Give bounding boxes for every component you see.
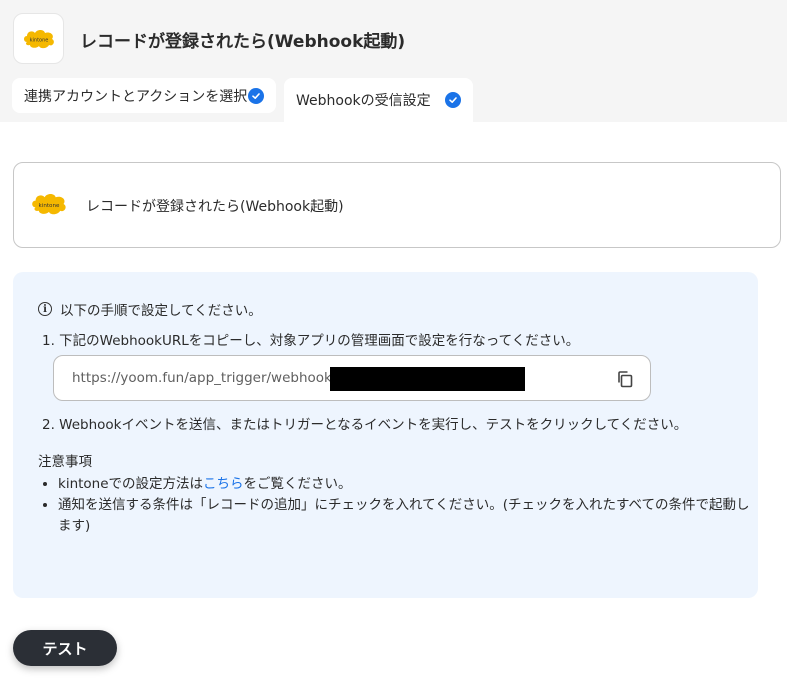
check-icon — [445, 92, 461, 108]
notes-list: kintoneでの設定方法はこちらをご覧ください。 通知を送信する条件は「レコー… — [38, 474, 758, 537]
webhook-url-field[interactable]: https://yoom.fun/app_trigger/webhooks — [53, 355, 651, 401]
help-link[interactable]: こちら — [203, 476, 244, 492]
kintone-logo-icon: kintone — [13, 13, 64, 64]
kintone-logo-icon: kintone — [30, 191, 68, 221]
instructions-heading-text: 以下の手順で設定してください。 — [60, 303, 262, 319]
list-item: kintoneでの設定方法はこちらをご覧ください。 — [58, 474, 758, 495]
tab-label: Webhookの受信設定 — [296, 93, 431, 109]
tab-account-action[interactable]: 連携アカウントとアクションを選択 — [12, 78, 276, 113]
redacted-block — [330, 367, 525, 391]
instruction-step-2: 2. Webhookイベントを送信、またはトリガーとなるイベントを実行し、テスト… — [42, 417, 688, 433]
copy-icon[interactable] — [616, 370, 634, 392]
notes-title: 注意事項 — [38, 454, 92, 470]
trigger-title: レコードが登録されたら(Webhook起動) — [86, 199, 344, 215]
svg-text:kintone: kintone — [29, 37, 48, 43]
svg-text:kintone: kintone — [39, 203, 60, 209]
list-item: 通知を送信する条件は「レコードの追加」にチェックを入れてください。(チェックを入… — [58, 495, 758, 537]
check-icon — [248, 87, 264, 104]
webhook-url-text: https://yoom.fun/app_trigger/webhooks — [72, 370, 339, 386]
tab-label: 連携アカウントとアクションを選択 — [24, 88, 248, 105]
instructions-panel: i 以下の手順で設定してください。 1. 下記のWebhookURLをコピーし、… — [13, 272, 758, 598]
instructions-heading: i 以下の手順で設定してください。 — [38, 299, 262, 319]
test-button[interactable]: テスト — [13, 630, 117, 666]
tab-webhook-settings[interactable]: Webhookの受信設定 — [284, 78, 473, 122]
page-title: レコードが登録されたら(Webhook起動) — [80, 32, 406, 52]
header-area: kintone レコードが登録されたら(Webhook起動) 連携アカウントとア… — [0, 0, 787, 122]
info-icon: i — [38, 302, 52, 316]
trigger-card: kintone レコードが登録されたら(Webhook起動) — [13, 162, 781, 248]
instruction-step-1: 1. 下記のWebhookURLをコピーし、対象アプリの管理画面で設定を行なって… — [42, 333, 580, 349]
